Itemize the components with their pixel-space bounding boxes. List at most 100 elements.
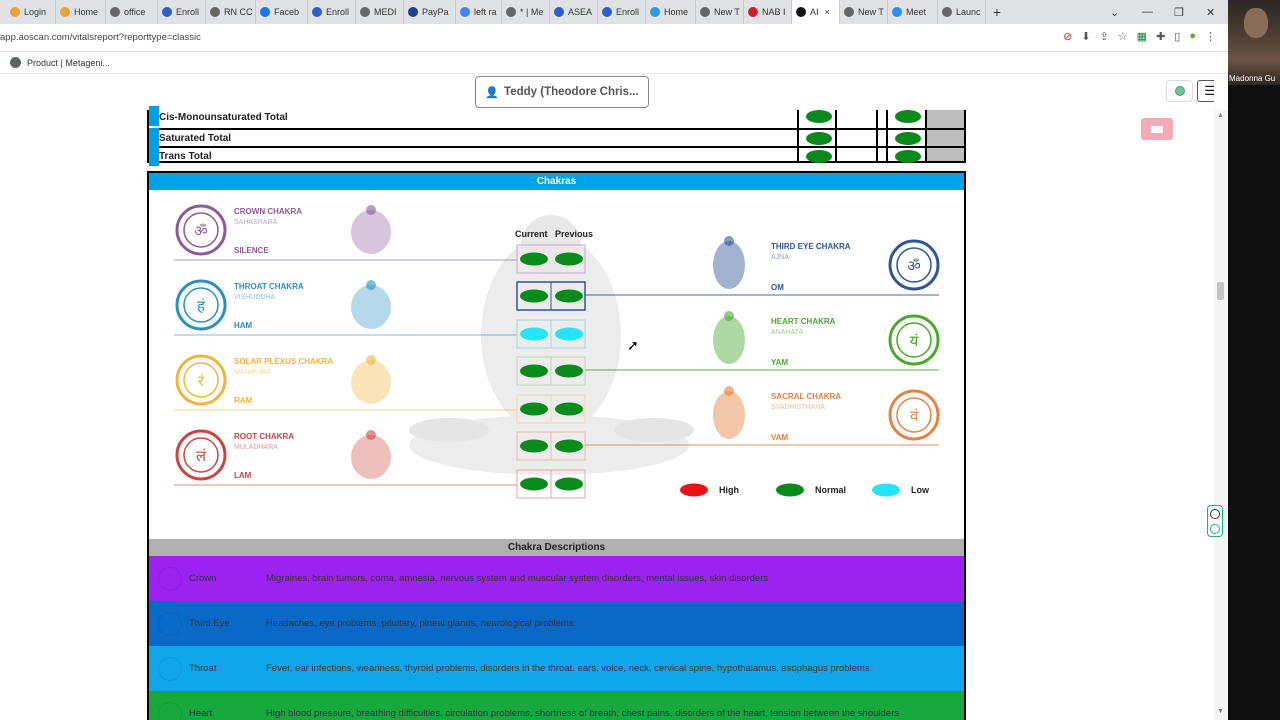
- chakra-description-icon: [158, 611, 182, 636]
- browser-tab[interactable]: New T: [696, 0, 744, 24]
- result-pill: [806, 110, 832, 123]
- widget-toggle-icon[interactable]: [1210, 523, 1220, 534]
- minimize-icon[interactable]: —: [1142, 0, 1153, 24]
- browser-tab[interactable]: Home: [56, 0, 106, 24]
- tab-favicon-icon: [844, 7, 854, 17]
- table-divider: [835, 110, 837, 163]
- browser-tab[interactable]: ASEA: [550, 0, 598, 24]
- meditation-silhouette-hand: [614, 418, 694, 442]
- chakra-description-text: Headaches, eye problems, pituitary, pine…: [266, 618, 574, 629]
- chakra-mantra: HAM: [234, 321, 253, 330]
- chakra-description-row: Crown Migraines, brain tumors, coma, amne…: [149, 556, 964, 601]
- chakra-name: CROWN CHAKRA: [234, 207, 302, 216]
- profile-icon[interactable]: ●: [1189, 30, 1196, 43]
- share-icon[interactable]: ⇪: [1100, 30, 1109, 43]
- restore-icon[interactable]: ❐: [1174, 0, 1184, 24]
- page-scrollbar[interactable]: ▲ ▼: [1214, 110, 1228, 720]
- tab-favicon-icon: [460, 7, 470, 17]
- browser-tab[interactable]: Faceb: [256, 0, 308, 24]
- bookmark-item[interactable]: Product | Metageni...: [27, 58, 110, 68]
- result-pill: [895, 132, 921, 145]
- browser-tab[interactable]: New T: [840, 0, 888, 24]
- hamburger-icon: ☰: [1204, 83, 1214, 98]
- result-pill: [806, 132, 832, 145]
- tab-label: Home: [74, 7, 99, 17]
- chakra-sanskrit: VISHUDDHA: [234, 294, 276, 301]
- chakra-description-icon: [158, 566, 182, 591]
- chakra-name: SOLAR PLEXUS CHAKRA: [234, 357, 333, 366]
- row-accent: [149, 128, 159, 148]
- browser-tab[interactable]: left ra: [456, 0, 502, 24]
- tab-favicon-icon: [650, 7, 660, 17]
- chakra-diagram: Current Previous ॐ CROWN CHAKRA SAHASRARA SIL…: [174, 204, 940, 499]
- tab-favicon-icon: [554, 7, 564, 17]
- browser-tab[interactable]: AI ×: [792, 0, 840, 24]
- browser-tab[interactable]: Login: [6, 0, 56, 24]
- blocked-icon[interactable]: ⊘: [1063, 30, 1072, 43]
- chakra-description-icon: [158, 701, 182, 720]
- tab-label: Login: [24, 7, 47, 17]
- browser-tab[interactable]: office: [106, 0, 158, 24]
- close-window-icon[interactable]: ✕: [1206, 0, 1215, 24]
- more-menu-icon[interactable]: ⋮: [1205, 30, 1216, 43]
- tab-favicon-icon: [506, 7, 516, 17]
- chakra-description-name: Heart: [189, 708, 213, 719]
- user-select-button[interactable]: 👤 Teddy (Theodore Chris...: [475, 76, 649, 108]
- browser-tab[interactable]: Enroll: [308, 0, 356, 24]
- chakra-mantra: VAM: [771, 433, 789, 442]
- previous-level-pill: [555, 402, 583, 416]
- status-button[interactable]: [1166, 80, 1193, 102]
- address-bar[interactable]: app.aoscan.com/vitalsreport?reporttype=c…: [0, 24, 1228, 52]
- scroll-thumb[interactable]: [1217, 282, 1224, 300]
- chakra-symbol: यं: [910, 332, 919, 350]
- current-level-pill: [520, 477, 548, 491]
- browser-tab[interactable]: Enroll: [158, 0, 206, 24]
- tab-label: NAB I: [762, 7, 786, 17]
- yoga-pose-figure: [713, 316, 745, 364]
- browser-tab[interactable]: * | Me: [502, 0, 550, 24]
- browser-tab[interactable]: RN CC: [206, 0, 256, 24]
- chakras-header: Chakras: [149, 173, 964, 190]
- chakra-symbol: ॐ: [907, 257, 921, 275]
- side-widget[interactable]: [1207, 505, 1223, 537]
- table-divider: [886, 110, 888, 163]
- browser-tab[interactable]: NAB I: [744, 0, 792, 24]
- row-accent: [149, 106, 159, 126]
- scroll-down-icon[interactable]: ▼: [1217, 708, 1224, 715]
- browser-tab[interactable]: PayPa: [404, 0, 456, 24]
- mouse-cursor: ➚: [627, 337, 639, 353]
- message-button[interactable]: [1141, 118, 1173, 140]
- chakra-sanskrit: SVADHISTHANA: [771, 404, 825, 411]
- hamburger-menu-button[interactable]: ☰: [1197, 80, 1214, 102]
- chakra-name: HEART CHAKRA: [771, 317, 836, 326]
- yoga-pose-head: [724, 386, 734, 396]
- browser-tab[interactable]: Launc: [938, 0, 986, 24]
- browser-tab[interactable]: Home: [646, 0, 696, 24]
- tab-close-icon[interactable]: ×: [825, 7, 830, 17]
- chakra-symbol: ॐ: [194, 222, 208, 240]
- previous-level-pill: [555, 289, 583, 303]
- scroll-up-icon[interactable]: ▲: [1217, 112, 1224, 119]
- yoga-pose-head: [366, 355, 376, 365]
- browser-tab[interactable]: Enroll: [598, 0, 646, 24]
- fatty-acid-label: Cis-Monounsaturated Total: [159, 111, 288, 123]
- tab-search-chevron-icon[interactable]: ⌄: [1110, 0, 1119, 24]
- webcam-name: Madonna Gu: [1229, 74, 1276, 83]
- new-tab-button[interactable]: +: [986, 4, 1008, 20]
- extensions-puzzle-icon[interactable]: ✚: [1156, 30, 1165, 43]
- widget-close-icon[interactable]: [1210, 508, 1220, 519]
- tab-label: office: [124, 7, 146, 17]
- browser-tab[interactable]: Meet: [888, 0, 938, 24]
- sidepanel-icon[interactable]: ▯: [1174, 30, 1180, 43]
- url-text[interactable]: app.aoscan.com/vitalsreport?reporttype=c…: [0, 32, 201, 43]
- bookmark-star-icon[interactable]: ☆: [1118, 30, 1128, 43]
- chakra-description-text: High blood pressure, breathing difficult…: [266, 708, 899, 719]
- download-icon[interactable]: ⬇: [1081, 30, 1090, 43]
- chakra-description-text: Fever, ear infections, weariness, thyroi…: [266, 663, 870, 674]
- chakra-description-icon: [158, 656, 182, 681]
- tab-favicon-icon: [408, 7, 418, 17]
- extension-grid-icon[interactable]: ▦: [1137, 30, 1147, 43]
- tab-label: Faceb: [274, 7, 300, 17]
- tab-favicon-icon: [10, 7, 20, 17]
- browser-tab[interactable]: MEDI: [356, 0, 404, 24]
